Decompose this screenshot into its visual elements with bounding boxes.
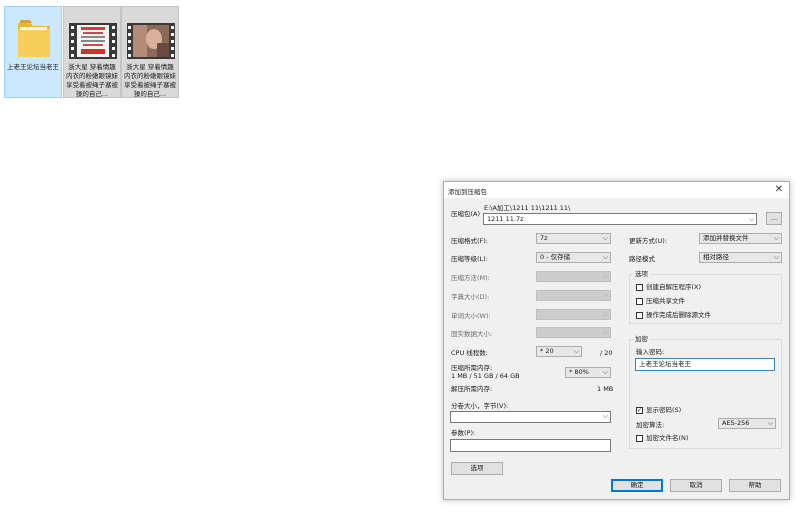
encrypt-names-label: 加密文件名(N) (646, 434, 689, 442)
update-label: 更新方式(U): (629, 237, 668, 245)
sfx-label: 创建自解压程序(X) (646, 283, 702, 291)
cpu-label: CPU 线程数: (451, 349, 488, 357)
folder-icon (18, 20, 50, 57)
shared-label: 压缩共享文件 (646, 297, 685, 305)
file-label: 上老王论坛当老王 (7, 63, 59, 71)
file-video-2[interactable]: 浙大星 穿着情趣内衣的粉嫩眼镜妹 享受着被绳子塞被操的自己... (121, 6, 179, 98)
file-folder[interactable]: 上老王论坛当老王 (4, 6, 62, 98)
chevron-down-icon: ⌵ (573, 347, 579, 355)
update-select[interactable]: 添加并替换文件 ⌵ (699, 233, 782, 244)
file-label: 浙大星 穿着情趣内衣的粉嫩眼镜妹 享受着被绳子塞被操的自己... (124, 63, 176, 98)
pathmode-label: 路径模式 (629, 255, 655, 263)
chevron-down-icon: ⌵ (602, 291, 608, 299)
word-select: ⌵ (536, 309, 611, 320)
delete-source-checkbox[interactable] (636, 312, 643, 319)
chevron-down-icon: ⌵ (773, 253, 779, 261)
method-select: ⌵ (536, 271, 611, 282)
update-value: 添加并替换文件 (703, 234, 749, 242)
word-label: 单词大小(W): (451, 312, 491, 320)
split-label: 分卷大小，字节(V): (451, 402, 509, 410)
cpu-value: * 20 (540, 347, 554, 355)
shared-checkbox[interactable] (636, 298, 643, 305)
show-password-label: 显示密码(S) (646, 406, 682, 414)
dialog-title: 添加到压缩包 (448, 188, 487, 196)
video-thumbnail-icon (69, 23, 117, 59)
mem-value: * 80% (569, 368, 589, 376)
options-button[interactable]: 选项 (451, 462, 503, 475)
password-label: 输入密码: (636, 348, 665, 356)
archive-path: E:\A加工\1211 11\1211 11\ (484, 204, 571, 212)
file-label: 浙大星 穿着情趣内衣的粉嫩眼镜妹 享受着被绳子塞被操的自己... (66, 63, 118, 98)
archive-name-input[interactable]: 1211 11.7z ⌵ (483, 213, 757, 225)
mem-detail: 1 MB / 51 GB / 64 GB (451, 372, 520, 380)
close-icon[interactable]: ✕ (775, 184, 783, 196)
title-bar: 添加到压缩包 ✕ (444, 182, 789, 198)
chevron-down-icon: ⌵ (602, 272, 608, 280)
add-to-archive-dialog: 添加到压缩包 ✕ 压缩包(A) E:\A加工\1211 11\1211 11\ … (443, 181, 790, 500)
archive-name-value: 1211 11.7z (487, 215, 524, 223)
file-video-1[interactable]: 浙大星 穿着情趣内衣的粉嫩眼镜妹 享受着被绳子塞被操的自己... (63, 6, 121, 98)
solid-select: ⌵ (536, 327, 611, 338)
demem-value: 1 MB (597, 385, 614, 393)
sfx-checkbox[interactable] (636, 284, 643, 291)
method-label: 压缩方法(M): (451, 274, 490, 282)
mem-label: 压缩所需内存: (451, 364, 493, 372)
encryption-method-label: 加密算法: (636, 421, 665, 429)
show-password-checkbox[interactable]: ✓ (636, 407, 643, 414)
format-select[interactable]: 7z ⌵ (536, 233, 611, 244)
video-thumbnail-icon (127, 23, 175, 59)
chevron-down-icon[interactable]: ⌵ (749, 214, 754, 224)
dict-label: 字典大小(D): (451, 293, 490, 301)
pathmode-select[interactable]: 相对路径 ⌵ (699, 252, 782, 263)
format-label: 压缩格式(F): (451, 237, 489, 245)
format-value: 7z (540, 234, 548, 242)
dict-select: ⌵ (536, 290, 611, 301)
params-label: 参数(P): (451, 429, 476, 437)
help-button[interactable]: 帮助 (729, 479, 781, 492)
demem-label: 解压所需内存: (451, 385, 493, 393)
level-label: 压缩等级(L): (451, 255, 488, 263)
chevron-down-icon: ⌵ (602, 253, 608, 261)
delete-source-label: 操作完成后删除源文件 (646, 311, 711, 319)
mem-select[interactable]: * 80% ⌵ (565, 367, 611, 378)
encryption-method-select[interactable]: AES-256 ⌵ (718, 418, 776, 429)
password-value: 上老王论坛当老王 (639, 360, 691, 368)
params-input[interactable] (450, 439, 611, 452)
cpu-select[interactable]: * 20 ⌵ (536, 346, 582, 357)
cancel-button[interactable]: 取消 (670, 479, 722, 492)
chevron-down-icon: ⌵ (767, 419, 773, 427)
encrypt-names-checkbox[interactable] (636, 435, 643, 442)
password-input[interactable]: 上老王论坛当老王 (635, 358, 775, 371)
chevron-down-icon: ⌵ (602, 310, 608, 318)
ok-button[interactable]: 确定 (611, 479, 663, 492)
encryption-method-value: AES-256 (722, 419, 750, 427)
solid-label: 固实数据大小: (451, 330, 493, 338)
chevron-down-icon: ⌵ (602, 412, 608, 420)
chevron-down-icon: ⌵ (602, 328, 608, 336)
encryption-group-title: 加密 (633, 335, 650, 343)
level-value: 0 - 仅存储 (540, 253, 571, 261)
archive-label: 压缩包(A) (451, 210, 481, 218)
split-select[interactable]: ⌵ (450, 411, 611, 423)
chevron-down-icon: ⌵ (602, 234, 608, 242)
options-group-title: 选项 (633, 270, 650, 278)
chevron-down-icon: ⌵ (602, 368, 608, 376)
pathmode-value: 相对路径 (703, 253, 729, 261)
level-select[interactable]: 0 - 仅存储 ⌵ (536, 252, 611, 263)
browse-button[interactable]: ... (766, 212, 782, 225)
chevron-down-icon: ⌵ (773, 234, 779, 242)
cpu-max: / 20 (600, 349, 613, 357)
